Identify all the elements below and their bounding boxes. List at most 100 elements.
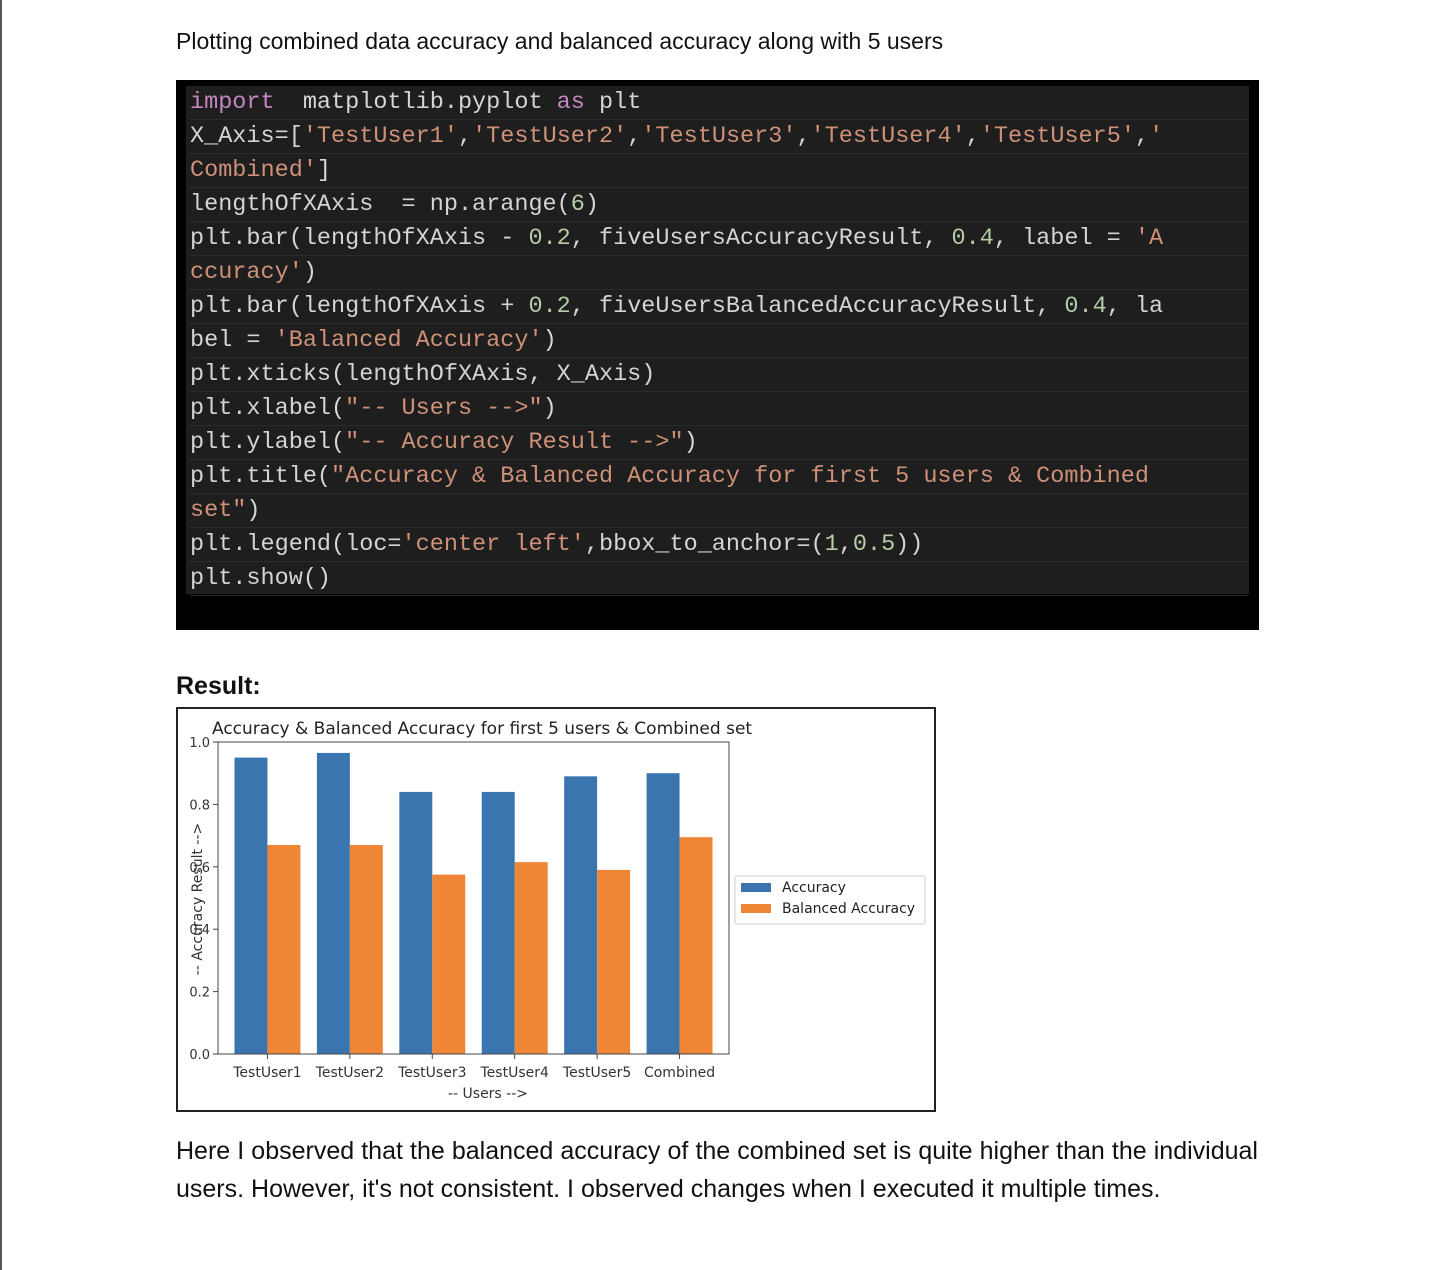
code-line: plt.title("Accuracy & Balanced Accuracy … [190, 460, 1248, 494]
code-line: Combined'] [190, 154, 1248, 188]
code-token: Combined' [190, 157, 317, 184]
legend-label: Balanced Accuracy [782, 901, 915, 917]
code-token: 'TestUser3' [641, 123, 797, 150]
code-line: set") [190, 494, 1248, 528]
code-token: ) [542, 327, 557, 354]
code-line: plt.xticks(lengthOfXAxis, X_Axis) [190, 358, 1248, 392]
bar-balanced-accuracy [267, 844, 301, 1054]
code-token: , [965, 123, 980, 150]
code-token: import [190, 89, 275, 116]
code-line: X_Axis=['TestUser1','TestUser2','TestUse… [190, 120, 1248, 154]
x-tick-label: Combined [644, 1065, 715, 1081]
y-tick-label: 0.0 [189, 1048, 210, 1063]
code-token: plt.legend(loc= [190, 531, 402, 558]
code-token: bel = [190, 327, 275, 354]
x-tick-label: TestUser4 [480, 1065, 549, 1081]
code-token: , fiveUsersBalancedAccuracyResult, [570, 293, 1065, 320]
code-token: , [1134, 123, 1150, 150]
chart-title: Accuracy & Balanced Accuracy for first 5… [212, 719, 752, 739]
code-token: 0.2 [528, 225, 571, 252]
bar-accuracy [646, 773, 680, 1054]
code-token: plt [584, 89, 642, 116]
legend-swatch [741, 904, 771, 913]
code-token: ) [683, 429, 698, 456]
code-line: plt.xlabel("-- Users -->") [190, 392, 1248, 426]
code-token: 'Balanced Accuracy' [274, 327, 543, 354]
code-token: , la [1106, 293, 1164, 320]
code-token: , [796, 123, 811, 150]
section-heading: Plotting combined data accuracy and bala… [176, 28, 944, 54]
code-line: plt.bar(lengthOfXAxis + 0.2, fiveUsersBa… [190, 290, 1248, 324]
code-token: 'TestUser5' [979, 123, 1135, 150]
code-line: plt.legend(loc='center left',bbox_to_anc… [190, 528, 1248, 562]
code-token: 'center left' [401, 531, 585, 558]
code-token: "-- Accuracy Result -->" [345, 429, 684, 456]
code-token: ' [1149, 123, 1164, 150]
code-token: 6 [570, 191, 585, 218]
bar-accuracy [316, 752, 350, 1054]
code-token: 0.5 [852, 531, 896, 558]
code-token: plt.xlabel( [190, 395, 346, 422]
code-token: "Accuracy & Balanced Accuracy for first … [331, 463, 1149, 490]
code-token: set" [190, 497, 247, 524]
bar-balanced-accuracy [597, 869, 631, 1054]
code-token: ccuracy' [190, 259, 303, 286]
code-line: ccuracy') [190, 256, 1248, 290]
code-line: lengthOfXAxis = np.arange(6) [190, 188, 1248, 222]
code-token: matplotlib.pyplot [274, 89, 557, 116]
legend-swatch [741, 883, 771, 892]
code-token: plt.title( [190, 463, 332, 490]
observation-paragraph: Here I observed that the balanced accura… [176, 1137, 1258, 1203]
x-tick-label: TestUser3 [397, 1065, 466, 1081]
x-tick-label: TestUser2 [315, 1065, 384, 1081]
code-token: , [457, 123, 473, 150]
code-token: )) [895, 531, 924, 558]
x-tick-label: TestUser5 [562, 1065, 631, 1081]
bar-accuracy [564, 776, 598, 1054]
code-token: 0.2 [528, 293, 571, 320]
code-token: , label = [993, 225, 1135, 252]
bar-accuracy [399, 791, 433, 1054]
bar-chart: Accuracy & Balanced Accuracy for first 5… [189, 719, 926, 1102]
code-line: plt.bar(lengthOfXAxis - 0.2, fiveUsersAc… [190, 222, 1248, 256]
legend-label: Accuracy [782, 880, 846, 896]
code-token: plt.ylabel( [190, 429, 346, 456]
bar-balanced-accuracy [349, 844, 383, 1054]
bar-balanced-accuracy [432, 874, 466, 1054]
code-token: plt.bar(lengthOfXAxis - [190, 225, 529, 252]
code-token: lengthOfXAxis = np.arange( [190, 191, 571, 218]
y-tick-label: 0.8 [189, 798, 210, 813]
code-token: plt.show() [190, 565, 332, 592]
code-line: plt.show() [190, 562, 1248, 596]
y-tick-label: 0.2 [189, 986, 210, 1001]
code-token: 'TestUser1' [302, 123, 458, 150]
y-axis-label: -- Accuracy Result --> [190, 823, 206, 975]
code-token: 'TestUser2' [472, 123, 628, 150]
chart-legend: Accuracy Balanced Accuracy [734, 875, 926, 925]
x-tick-label: TestUser1 [232, 1065, 301, 1081]
code-token: , [838, 531, 853, 558]
code-token: ,bbox_to_anchor=( [584, 531, 825, 558]
code-token: ) [302, 259, 317, 286]
code-line: plt.ylabel("-- Accuracy Result -->") [190, 426, 1248, 460]
code-token: 'A [1134, 225, 1164, 252]
code-token: "-- Users -->" [345, 395, 543, 422]
code-token: ) [246, 497, 261, 524]
code-token: , [627, 123, 642, 150]
code-token: ) [584, 191, 599, 218]
code-token: 'TestUser4' [810, 123, 966, 150]
code-line: bel = 'Balanced Accuracy') [190, 324, 1248, 358]
bar-balanced-accuracy [679, 837, 713, 1054]
code-token: , fiveUsersAccuracyResult, [570, 225, 952, 252]
code-token: plt.xticks(lengthOfXAxis, X_Axis) [190, 361, 656, 388]
code-token: ] [316, 157, 332, 184]
code-line: import matplotlib.pyplot as plt [190, 86, 1248, 120]
code-token: X_Axis=[ [190, 123, 303, 150]
chart-frame: Accuracy & Balanced Accuracy for first 5… [176, 707, 936, 1112]
bar-accuracy [234, 757, 268, 1054]
code-token: as [556, 89, 585, 116]
bar-balanced-accuracy [514, 862, 548, 1054]
page-left-border [0, 0, 2, 1270]
code-token: plt.bar(lengthOfXAxis + [190, 293, 529, 320]
y-tick-label: 1.0 [189, 736, 210, 751]
